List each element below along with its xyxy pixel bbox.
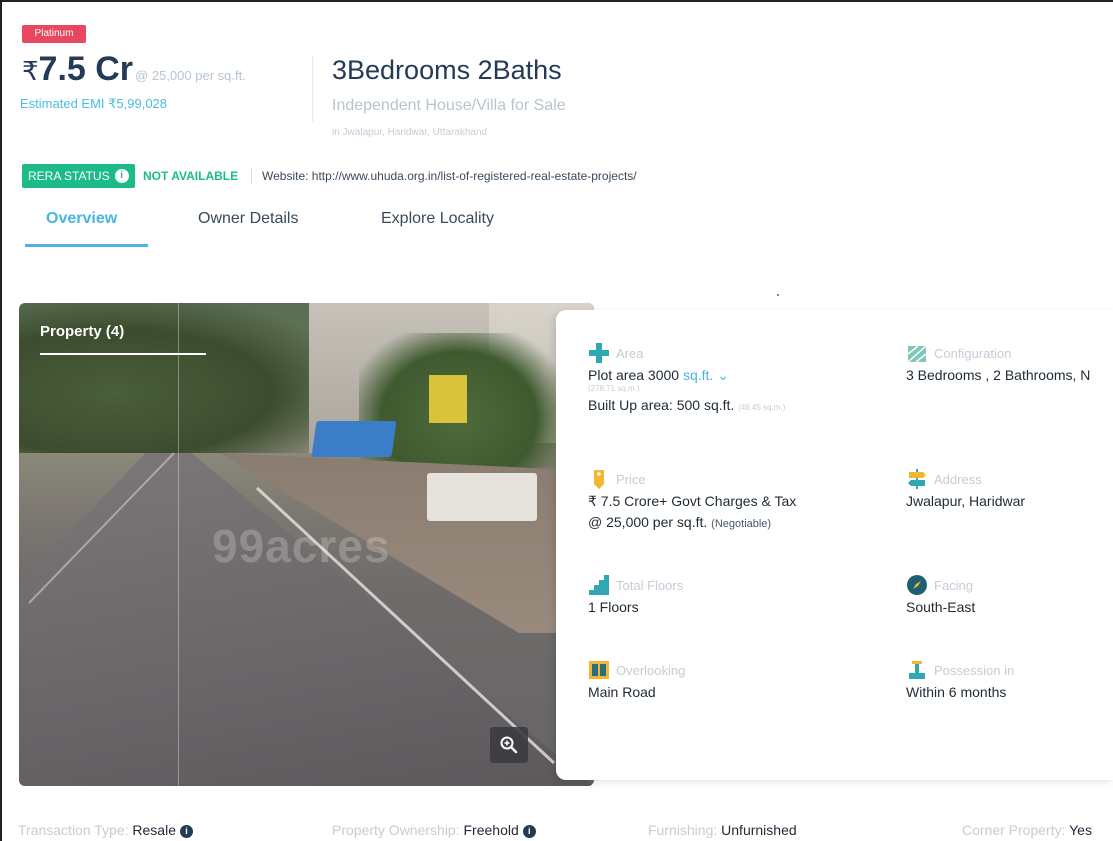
rera-status-badge[interactable]: RERA STATUS i: [22, 164, 135, 188]
configuration-icon: [907, 345, 927, 363]
active-tab-indicator: [25, 244, 148, 247]
photo-count-label[interactable]: Property (4): [40, 323, 124, 340]
price-amount: 7.5 Cr: [38, 50, 134, 88]
info-icon[interactable]: i: [180, 825, 193, 838]
stray-dot: [777, 294, 779, 296]
info-icon[interactable]: i: [522, 825, 536, 838]
facing-label: Facing: [934, 577, 974, 593]
signpost-icon: [908, 469, 926, 489]
rera-website-link[interactable]: Website: http://www.uhuda.org.in/list-of…: [262, 169, 637, 183]
price-tag-icon: [594, 470, 604, 489]
detail-property-ownership: Property Ownership: Freehold i: [332, 822, 536, 838]
total-floors-label: Total Floors: [616, 577, 684, 593]
address-label: Address: [934, 471, 982, 487]
detail-value: Unfurnished: [721, 822, 797, 838]
detail-transaction-type: Transaction Type: Resale i: [18, 822, 193, 838]
detail-furnishing: Furnishing: Unfurnished: [648, 822, 797, 838]
overlooking-label: Overlooking: [616, 662, 686, 678]
price-line-1: ₹ 7.5 Crore+ Govt Charges & Tax: [588, 493, 797, 509]
price-label: Price: [616, 471, 646, 487]
platinum-badge: Platinum: [22, 25, 86, 43]
tab-owner-details[interactable]: Owner Details: [198, 210, 298, 228]
photo-white-truck: [427, 473, 537, 521]
listing-title: 3Bedrooms 2Baths: [332, 55, 562, 85]
price-per-sqft: @ 25,000 per sq.ft.: [135, 68, 246, 83]
photo-blue-tent: [311, 421, 397, 457]
detail-corner-property: Corner Property: Yes: [962, 822, 1092, 838]
feature-address: Address Jwalapur, Haridwar: [906, 468, 1025, 509]
zoom-in-icon: [500, 736, 518, 754]
possession-icon: [909, 661, 925, 679]
possession-label: Possession in: [934, 662, 1015, 678]
chevron-down-icon: ⌄: [717, 367, 729, 383]
zoom-button[interactable]: [490, 727, 528, 763]
window-icon: [589, 661, 609, 679]
feature-possession: Possession in Within 6 months: [906, 659, 1014, 700]
plot-area-value: Plot area 3000 sq.ft. ⌄: [588, 367, 785, 384]
detail-label: Transaction Type:: [18, 822, 129, 838]
builtup-area-text: Built Up area: 500 sq.ft.: [588, 397, 735, 413]
info-icon[interactable]: i: [114, 169, 129, 183]
property-info-card: Area Plot area 3000 sq.ft. ⌄ (278.71 sq.…: [556, 310, 1113, 780]
configuration-value: 3 Bedrooms , 2 Bathrooms, N: [906, 367, 1091, 383]
builtup-area-value: Built Up area: 500 sq.ft. (46.45 sq.m.): [588, 397, 785, 413]
listing-locality: in Jwalapur, Haridwar, Uttarakhand: [332, 127, 488, 138]
possession-value: Within 6 months: [906, 684, 1007, 700]
area-unit-dropdown[interactable]: sq.ft. ⌄: [683, 367, 729, 383]
area-unit-label: sq.ft.: [682, 367, 714, 383]
estimated-emi-link[interactable]: Estimated EMI ₹5,99,028: [20, 96, 167, 112]
detail-value: Resale: [132, 822, 176, 838]
builtup-area-sqm: (46.45 sq.m.): [738, 403, 786, 412]
total-floors-value: 1 Floors: [588, 599, 639, 615]
header-divider: [312, 56, 313, 122]
area-label: Area: [616, 345, 644, 361]
tab-bar: Overview Owner Details Explore Locality: [22, 206, 582, 248]
price-rate-text: @ 25,000 per sq.ft.: [588, 514, 708, 530]
rera-divider: [251, 168, 252, 184]
feature-overlooking: Overlooking Main Road: [588, 659, 685, 700]
property-details-row: Transaction Type: Resale i Property Owner…: [0, 822, 1113, 841]
rera-badge-label: RERA STATUS: [28, 169, 110, 183]
configuration-label: Configuration: [934, 345, 1012, 361]
listing-subtitle: Independent House/Villa for Sale: [332, 97, 566, 114]
photo-label-underline: [40, 353, 206, 355]
feature-area: Area Plot area 3000 sq.ft. ⌄ (278.71 sq.…: [588, 342, 785, 413]
overlooking-value: Main Road: [588, 684, 656, 700]
negotiable-text: (Negotiable): [711, 518, 772, 530]
plot-area-text: Plot area 3000: [588, 367, 680, 383]
price-row: ₹7.5 Cr @ 25,000 per sq.ft.: [22, 50, 246, 89]
floors-icon: [589, 575, 609, 595]
photo-divider-line: [178, 303, 179, 786]
detail-label: Property Ownership:: [332, 822, 460, 838]
price-line-2: @ 25,000 per sq.ft. (Negotiable): [588, 514, 796, 530]
rupee-symbol: ₹: [22, 56, 39, 86]
feature-total-floors: Total Floors 1 Floors: [588, 574, 683, 615]
detail-label: Corner Property:: [962, 822, 1066, 838]
detail-value: Freehold: [463, 822, 519, 838]
feature-price: Price ₹ 7.5 Crore+ Govt Charges & Tax @ …: [588, 468, 796, 530]
feature-facing: Facing South-East: [906, 574, 975, 615]
plot-area-sqm: (278.71 sq.m.): [588, 384, 640, 393]
price-main: ₹7.5 Cr: [22, 50, 133, 88]
detail-value: Yes: [1069, 822, 1092, 838]
tab-overview[interactable]: Overview: [46, 210, 117, 228]
tab-explore-locality[interactable]: Explore Locality: [381, 210, 494, 228]
detail-label: Furnishing:: [648, 822, 718, 838]
watermark-logo: 99acres: [212, 520, 391, 572]
facing-value: South-East: [906, 599, 976, 615]
address-value: Jwalapur, Haridwar: [906, 493, 1026, 509]
rera-status-value: NOT AVAILABLE: [143, 169, 239, 183]
feature-configuration: Configuration 3 Bedrooms , 2 Bathrooms, …: [906, 342, 1090, 383]
area-icon: [589, 343, 609, 363]
compass-icon: [907, 575, 927, 595]
photo-yellow-sign: [429, 375, 467, 423]
